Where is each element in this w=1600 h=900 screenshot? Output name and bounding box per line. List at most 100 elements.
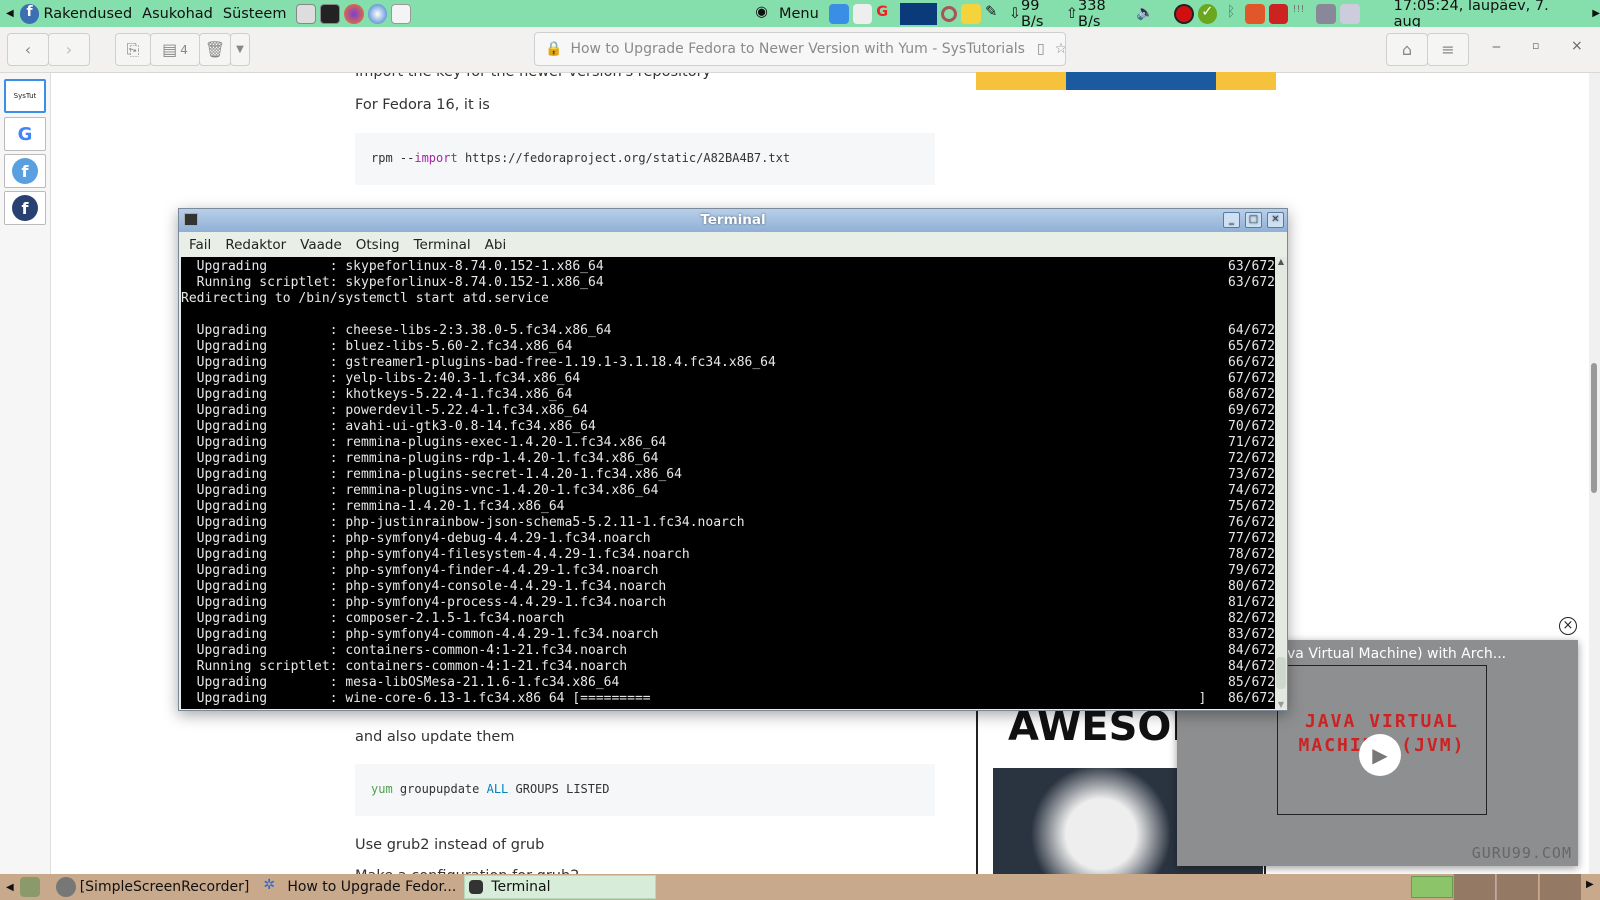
taskbar-right-arrow-icon[interactable]: ▶ xyxy=(1586,879,1594,890)
terminal-menu-help[interactable]: Abi xyxy=(485,237,507,253)
terminal-line-progress: 84/672 xyxy=(1228,659,1275,674)
page-scrollbar-thumb[interactable] xyxy=(1591,363,1597,493)
chevron-right-icon: › xyxy=(65,40,73,59)
menu-system[interactable]: Süsteem xyxy=(223,6,287,22)
pen-icon[interactable]: ✎ xyxy=(985,4,1005,24)
maximize-icon[interactable]: ▫ xyxy=(1532,39,1539,52)
main-menu-button[interactable]: ≡ xyxy=(1427,33,1469,66)
menu-applications[interactable]: Rakendused xyxy=(43,6,132,22)
sidebar-item-google[interactable]: G xyxy=(4,117,46,151)
workspace-4[interactable] xyxy=(1539,874,1581,900)
terminal-close-button[interactable]: ✕ xyxy=(1267,212,1284,228)
browser-task-icon: ✲ xyxy=(263,877,276,893)
ad-banner-image[interactable] xyxy=(976,72,1276,90)
tabs-icon: ▤ xyxy=(162,40,178,59)
terminal-line-text: Upgrading : avahi-ui-gtk3-0.8-14.fc34.x8… xyxy=(181,419,596,434)
trash-dropdown[interactable]: ▼ xyxy=(230,33,250,66)
terminal-scrollbar[interactable]: ▲ ▼ xyxy=(1275,257,1287,709)
record-icon[interactable] xyxy=(1173,3,1194,24)
panel-left-arrow-icon[interactable]: ◀ xyxy=(6,8,14,19)
menu-label[interactable]: Menu xyxy=(779,6,819,22)
top-panel: ◀ f Rakendused Asukohad Süsteem ◉ Menu G… xyxy=(0,0,1600,30)
new-tab-button[interactable]: ⎘ xyxy=(115,33,151,66)
shield-icon[interactable] xyxy=(1244,3,1265,24)
scroll-up-icon[interactable]: ▲ xyxy=(1275,257,1287,266)
terminal-menu-view[interactable]: Vaade xyxy=(300,237,342,253)
terminal-line-text: Upgrading : php-symfony4-console-4.4.29-… xyxy=(181,579,667,594)
thunderbird-icon[interactable] xyxy=(367,3,388,24)
back-button[interactable]: ‹ xyxy=(7,33,49,66)
terminal-scrollbar-thumb[interactable] xyxy=(1276,657,1286,689)
url-bar[interactable]: 🔒 How to Upgrade Fedora to Newer Version… xyxy=(534,32,1066,66)
page-scrollbar[interactable] xyxy=(1589,73,1600,874)
menu-icon[interactable]: ◉ xyxy=(755,4,775,24)
video-watermark: GURU99.COM xyxy=(1471,844,1572,862)
terminal-output[interactable]: Upgrading : skypeforlinux-8.74.0.152-1.x… xyxy=(181,257,1275,709)
terminal-menu-terminal[interactable]: Terminal xyxy=(414,237,471,253)
video-close-icon[interactable]: × xyxy=(1559,617,1577,635)
keyboard-icon[interactable]: !!! xyxy=(1292,4,1312,24)
terminal-line: Upgrading : khotkeys-5.22.4-1.fc34.x86_6… xyxy=(181,387,1275,403)
mail-clock-icon[interactable] xyxy=(852,3,873,24)
todo-icon[interactable] xyxy=(828,3,849,24)
bluetooth-icon[interactable]: ᛒ xyxy=(1221,4,1241,24)
network-icon[interactable] xyxy=(1316,3,1336,24)
terminal-line-text: Upgrading : remmina-plugins-secret-1.4.2… xyxy=(181,467,682,482)
terminal-line-text: Upgrading : containers-common-4:1-21.fc3… xyxy=(181,643,628,658)
battery-icon[interactable] xyxy=(1339,3,1360,24)
check-icon[interactable]: ✓ xyxy=(1197,3,1218,24)
terminal-line: Running scriptlet: containers-common-4:1… xyxy=(181,659,1275,675)
scroll-down-icon[interactable]: ▼ xyxy=(1275,700,1287,709)
forward-button[interactable]: › xyxy=(48,33,90,66)
terminal-minimize-button[interactable]: _ xyxy=(1223,212,1240,228)
recorder-icon xyxy=(55,877,76,897)
notes-icon[interactable] xyxy=(961,3,982,24)
close-icon[interactable]: × xyxy=(1571,38,1583,54)
play-icon[interactable]: ▶ xyxy=(1359,734,1401,776)
trash-button[interactable]: 🗑 xyxy=(199,33,231,66)
workspace-3[interactable] xyxy=(1496,874,1538,900)
tabs-button[interactable]: ▤ 4 xyxy=(150,33,200,66)
reader-mode-icon[interactable]: ▯ xyxy=(1037,41,1045,57)
terminal-menu-search[interactable]: Otsing xyxy=(356,237,400,253)
taskbar-left-arrow-icon[interactable]: ◀ xyxy=(6,882,14,893)
clock[interactable]: 17:05:24, laupäev, 7. aug xyxy=(1394,0,1579,30)
terminal-line: Upgrading : composer-2.1.5-1.fc34.noarch… xyxy=(181,611,1275,627)
sidebar-item-fedora-light[interactable]: f xyxy=(4,154,46,188)
file-cabinet-icon[interactable] xyxy=(296,3,317,24)
terminal-line-progress: 64/672 xyxy=(1228,323,1275,338)
web-sidebar: SysTut G f f xyxy=(0,73,51,874)
terminal-launcher-icon[interactable] xyxy=(320,3,340,24)
terminal-line: Upgrading : remmina-plugins-vnc-1.4.20-1… xyxy=(181,483,1275,499)
workspace-1[interactable] xyxy=(1411,876,1453,898)
firewall-icon[interactable] xyxy=(1268,3,1289,24)
workspace-2[interactable] xyxy=(1453,874,1495,900)
taskbar-item-terminal[interactable]: Terminal xyxy=(464,875,657,899)
bookmark-star-icon[interactable]: ☆ xyxy=(1055,41,1065,57)
taskbar-item-browser[interactable]: How to Upgrade Fedor... xyxy=(287,879,456,895)
panel-right-arrow-icon[interactable]: ▶ xyxy=(1592,8,1600,19)
taskbar-item-screenrecorder[interactable]: [SimpleScreenRecorder] xyxy=(80,879,250,895)
minimize-icon[interactable]: ‒ xyxy=(1492,39,1501,55)
terminal-line: Upgrading : php-symfony4-finder-4.4.29-1… xyxy=(181,563,1275,579)
terminal-titlebar[interactable]: Terminal _ □ ✕ xyxy=(179,209,1287,232)
terminal-menu-edit[interactable]: Redaktor xyxy=(225,237,286,253)
search-icon[interactable] xyxy=(941,5,958,22)
terminal-line-text: Upgrading : php-symfony4-debug-4.4.29-1.… xyxy=(181,531,651,546)
sidebar-item-fedora-dark[interactable]: f xyxy=(4,191,46,225)
terminal-line-progress: 83/672 xyxy=(1228,627,1275,642)
show-desktop-icon[interactable] xyxy=(19,877,40,897)
gtv-icon[interactable]: G xyxy=(876,4,896,24)
terminal-line-progress: 80/672 xyxy=(1228,579,1275,594)
terminal-line-progress: 67/672 xyxy=(1228,371,1275,386)
home-button[interactable]: ⌂ xyxy=(1386,33,1428,66)
menu-places[interactable]: Asukohad xyxy=(142,6,213,22)
text-editor-icon[interactable] xyxy=(391,3,412,24)
fedora-logo-icon[interactable]: f xyxy=(19,3,40,24)
volume-icon[interactable]: 🔈 xyxy=(1136,4,1156,24)
sidebar-item-systut[interactable]: SysTut xyxy=(4,79,46,113)
terminal-window[interactable]: Terminal _ □ ✕ Fail Redaktor Vaade Otsin… xyxy=(178,208,1288,711)
firefox-icon[interactable] xyxy=(344,3,364,24)
terminal-menu-file[interactable]: Fail xyxy=(189,237,211,253)
terminal-maximize-button[interactable]: □ xyxy=(1245,212,1262,228)
